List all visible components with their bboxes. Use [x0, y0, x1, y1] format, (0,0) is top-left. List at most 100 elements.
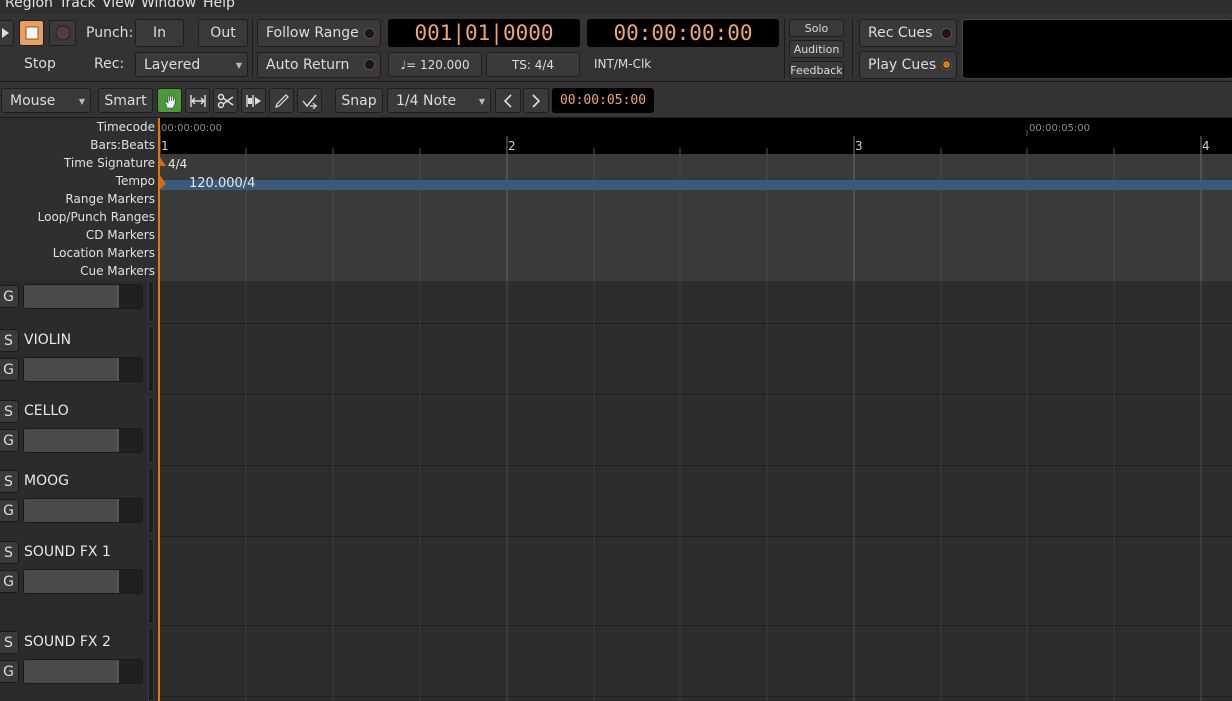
edit-point-dropdown[interactable]: Mouse ▼ [1, 88, 91, 113]
draw-tool-button[interactable] [269, 88, 294, 113]
track-cello-meter [148, 397, 154, 463]
chevron-down-icon: ▼ [235, 60, 242, 70]
record-mode-value: Layered [144, 56, 201, 73]
track-sfx1-name[interactable]: SOUND FX 1 [24, 544, 111, 560]
tempo-curve[interactable] [158, 180, 1232, 190]
transport-bar: Stop Punch: In Out Rec: Layered ▼ Follow… [0, 14, 1232, 82]
menu-view[interactable]: View [102, 0, 135, 11]
punch-out-button[interactable]: Out [198, 19, 248, 47]
tempo-value: 120.000/4 [189, 176, 255, 191]
rec-cues-led [942, 29, 951, 38]
time-signature-display[interactable]: TS: 4/4 [486, 52, 580, 77]
stop-icon [25, 26, 38, 40]
sync-source-label[interactable]: INT/M-Clk [594, 57, 651, 71]
rulers-area[interactable]: 00:00:00:00 00:00:05:00 1 2 3 4 4/4 120.… [158, 118, 1232, 281]
meter-marker-icon[interactable] [159, 156, 166, 166]
edit-point-value: Mouse [10, 92, 56, 109]
fader-knob[interactable] [117, 570, 142, 593]
follow-range-button[interactable]: Follow Range [257, 19, 381, 47]
secondary-clock-timecode[interactable]: 00:00:00:00 [587, 19, 779, 47]
track-sfx2-gain-fader[interactable] [23, 659, 143, 684]
track-moog-solo-button[interactable]: S [0, 470, 19, 493]
track-0-gain-fader[interactable] [23, 284, 143, 309]
feedback-button[interactable]: Feedback [789, 61, 844, 79]
fader-knob[interactable] [117, 429, 142, 452]
grab-tool-button[interactable] [157, 88, 182, 113]
pencil-icon [274, 93, 289, 108]
bar-label-3: 3 [855, 139, 863, 153]
bars-beats-ruler[interactable] [158, 136, 1232, 154]
track-sfx1-gain-fader[interactable] [23, 569, 143, 594]
track-0-group-button[interactable]: G [0, 285, 19, 308]
track-cello-solo-button[interactable]: S [0, 400, 19, 423]
stretch-icon [245, 94, 261, 107]
track-sfx1-meter [148, 538, 154, 624]
punch-in-button[interactable]: In [135, 19, 184, 47]
track-cello-gain-fader[interactable] [23, 428, 143, 453]
menu-help[interactable]: Help [203, 0, 235, 11]
rec-cues-label: Rec Cues [868, 25, 933, 41]
record-mode-dropdown[interactable]: Layered ▼ [135, 52, 248, 77]
tempo-display[interactable]: ♩= 120.000 [388, 52, 482, 77]
timecode-mark-0: 00:00:00:00 [161, 123, 222, 134]
fader-knob[interactable] [117, 358, 142, 381]
track-violin-solo-button[interactable]: S [0, 329, 19, 352]
menu-track[interactable]: Track [59, 0, 96, 11]
solo-button[interactable]: Solo [789, 19, 844, 37]
fader-knob[interactable] [117, 499, 142, 522]
track-cello-group-button[interactable]: G [0, 429, 19, 452]
track-moog-group-button[interactable]: G [0, 499, 19, 522]
divider [784, 18, 785, 78]
smart-mode-button[interactable]: Smart [98, 88, 153, 113]
chevron-left-icon [503, 93, 512, 108]
ruler-labels: Timecode Bars:Beats Time Signature Tempo… [0, 118, 158, 281]
nudge-clock[interactable]: 00:00:05:00 [552, 88, 654, 113]
track-sfx2-group-button[interactable]: G [0, 660, 19, 683]
edit-toolbar: Mouse ▼ Smart Snap 1/4 Note ▼ 00:00:05:0… [0, 82, 1232, 118]
fader-knob[interactable] [117, 660, 142, 683]
nudge-backward-button[interactable] [495, 88, 521, 113]
record-button[interactable] [49, 20, 76, 46]
stop-button[interactable] [19, 20, 44, 46]
rec-label: Rec: [94, 56, 125, 72]
bar-label-1: 1 [161, 139, 169, 153]
track-violin-group-button[interactable]: G [0, 358, 19, 381]
track-moog-gain-fader[interactable] [23, 498, 143, 523]
play-button[interactable] [0, 20, 14, 46]
fader-knob[interactable] [117, 285, 142, 308]
stretch-tool-button[interactable] [241, 88, 266, 113]
track-violin-name[interactable]: VIOLIN [24, 332, 71, 348]
track-headers: G S VIOLIN G S CELLO G S MOOG G S SOUND … [0, 281, 158, 701]
ruler-label-timecode: Timecode [96, 120, 155, 134]
track-violin-gain-fader[interactable] [23, 357, 143, 382]
primary-clock-bbt[interactable]: 001|01|0000 [388, 19, 580, 47]
auto-return-button[interactable]: Auto Return [257, 52, 381, 78]
track-0-meter [148, 281, 154, 322]
ruler-label-cue-markers: Cue Markers [80, 264, 155, 278]
track-sfx2-name[interactable]: SOUND FX 2 [24, 634, 111, 650]
range-icon [189, 94, 206, 107]
cut-tool-button[interactable] [213, 88, 238, 113]
ruler-label-location-markers: Location Markers [52, 246, 155, 260]
track-sfx1-solo-button[interactable]: S [0, 541, 19, 564]
bar-label-4: 4 [1202, 139, 1210, 153]
tracks-canvas[interactable] [158, 281, 1232, 701]
track-sfx2-solo-button[interactable]: S [0, 631, 19, 654]
ruler-label-range-markers: Range Markers [65, 192, 155, 206]
divider [252, 18, 253, 78]
grid-type-dropdown[interactable]: 1/4 Note ▼ [387, 88, 491, 113]
mini-timeline[interactable] [962, 19, 1232, 79]
follow-range-label: Follow Range [266, 25, 359, 41]
internal-edit-tool-button[interactable] [297, 88, 322, 113]
range-tool-button[interactable] [185, 88, 210, 113]
nudge-forward-button[interactable] [523, 88, 549, 113]
ruler-label-cd-markers: CD Markers [85, 228, 155, 242]
snap-button[interactable]: Snap [335, 88, 383, 113]
menu-region[interactable]: Region [5, 0, 53, 11]
track-cello-name[interactable]: CELLO [24, 403, 69, 419]
track-sfx1-group-button[interactable]: G [0, 570, 19, 593]
grid-type-value: 1/4 Note [396, 92, 457, 109]
audition-button[interactable]: Audition [789, 40, 844, 58]
track-moog-name[interactable]: MOOG [24, 473, 69, 489]
menu-window[interactable]: Window [141, 0, 196, 11]
